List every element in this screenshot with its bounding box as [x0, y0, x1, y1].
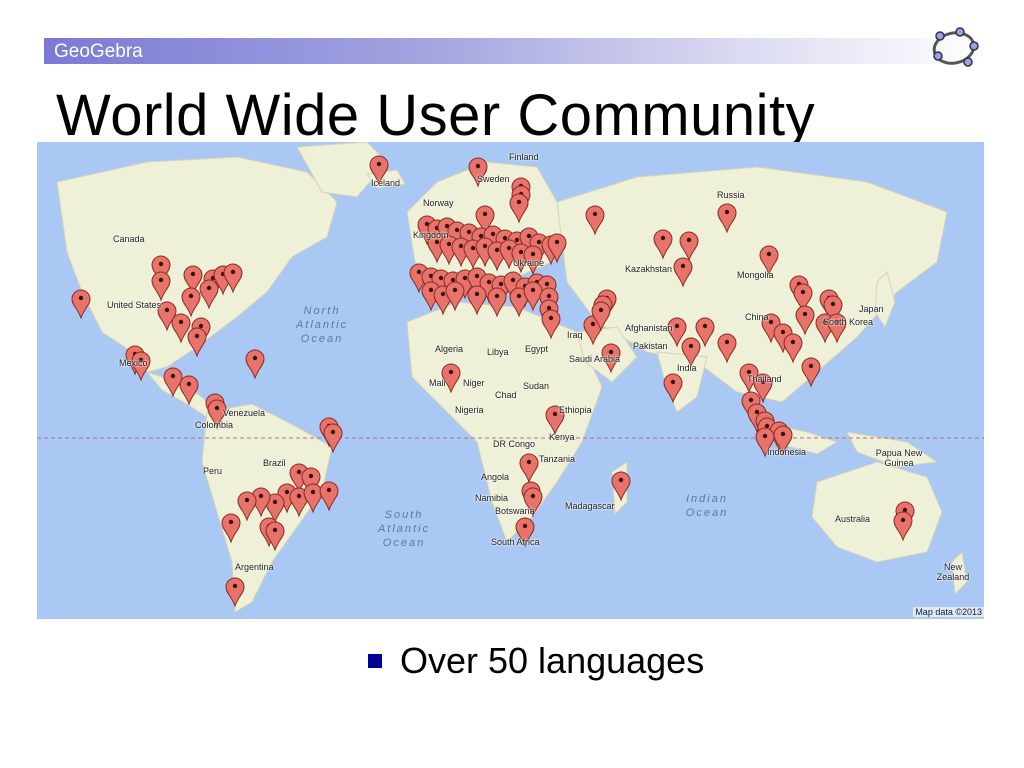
- geogebra-logo-icon: [932, 27, 979, 67]
- world-map[interactable]: Iceland Finland Sweden Norway Kingdom Uk…: [37, 142, 984, 619]
- map-label: Colombia: [195, 420, 234, 430]
- map-label: Iraq: [567, 330, 583, 340]
- map-label: Sweden: [477, 174, 510, 184]
- map-label: Venezuela: [223, 408, 266, 418]
- map-label: Angola: [481, 472, 510, 482]
- map-label: Ethiopia: [559, 405, 592, 415]
- map-label: Saudi Arabia: [569, 354, 621, 364]
- map-label: Argentina: [235, 562, 274, 572]
- map-label: Kazakhstan: [625, 264, 673, 274]
- map-label: South Korea: [823, 317, 874, 327]
- map-label: Mali: [429, 378, 446, 388]
- map-land: [37, 142, 984, 613]
- map-pin-icon[interactable]: [71, 289, 91, 320]
- map-label: Iceland: [371, 178, 401, 188]
- bullet-text: Over 50 languages: [400, 640, 705, 681]
- map-pin-icon[interactable]: [319, 481, 339, 512]
- map-label: South Africa: [491, 537, 540, 547]
- map-label: Madagascar: [565, 501, 615, 511]
- brand-name: GeoGebra: [54, 41, 143, 62]
- map-label: Egypt: [525, 344, 549, 354]
- map-label: Pakistan: [633, 341, 668, 351]
- map-label: Papua New Guinea: [875, 448, 923, 468]
- slide-title: World Wide User Community: [56, 83, 816, 148]
- map-label: DR Congo: [493, 439, 536, 449]
- map-label: Tanzania: [539, 454, 576, 464]
- map-label: Indonesia: [767, 447, 807, 457]
- map-label: Kenya: [549, 432, 575, 442]
- map-label: India: [677, 363, 697, 373]
- map-label: Niger: [463, 378, 485, 388]
- map-label: Brazil: [263, 458, 286, 468]
- map-label: Thailand: [747, 374, 782, 384]
- map-pin-icon[interactable]: [245, 349, 265, 380]
- map-label: Finland: [509, 152, 539, 162]
- map-label: Kingdom: [413, 230, 449, 240]
- square-bullet-icon: [368, 654, 382, 668]
- map-label: Norway: [423, 198, 454, 208]
- map-label: Nigeria: [455, 405, 484, 415]
- map-label: Botswana: [495, 506, 535, 516]
- ocean-label: North Atlantic Ocean: [295, 305, 349, 345]
- map-attribution[interactable]: Map data ©2013: [913, 607, 984, 617]
- map-label: Sudan: [523, 381, 550, 391]
- header-bar: GeoGebra: [44, 38, 985, 64]
- map-label: Chad: [495, 390, 517, 400]
- map-label: New Zealand: [936, 562, 970, 582]
- ocean-label: South Atlantic Ocean: [377, 509, 431, 549]
- map-label: Libya: [487, 347, 509, 357]
- map-label: Australia: [835, 514, 871, 524]
- map-label: Afghanistan: [625, 323, 673, 333]
- map-label: Algeria: [435, 344, 464, 354]
- map-label: Canada: [113, 234, 145, 244]
- map-label: Peru: [203, 466, 223, 476]
- map-pin-icon[interactable]: [523, 281, 543, 312]
- ocean-label: Indian Ocean: [685, 493, 729, 519]
- map-label: Japan: [859, 304, 884, 314]
- map-label: Mongolia: [737, 270, 774, 280]
- map-label: China: [745, 312, 769, 322]
- map-label: Russia: [717, 190, 745, 200]
- map-label: United States: [107, 300, 162, 310]
- map-label: Mexico: [119, 358, 148, 368]
- map-label: Namibia: [475, 493, 509, 503]
- map-label: Ukraine: [513, 258, 545, 268]
- bullet-item: Over 50 languages: [368, 640, 704, 682]
